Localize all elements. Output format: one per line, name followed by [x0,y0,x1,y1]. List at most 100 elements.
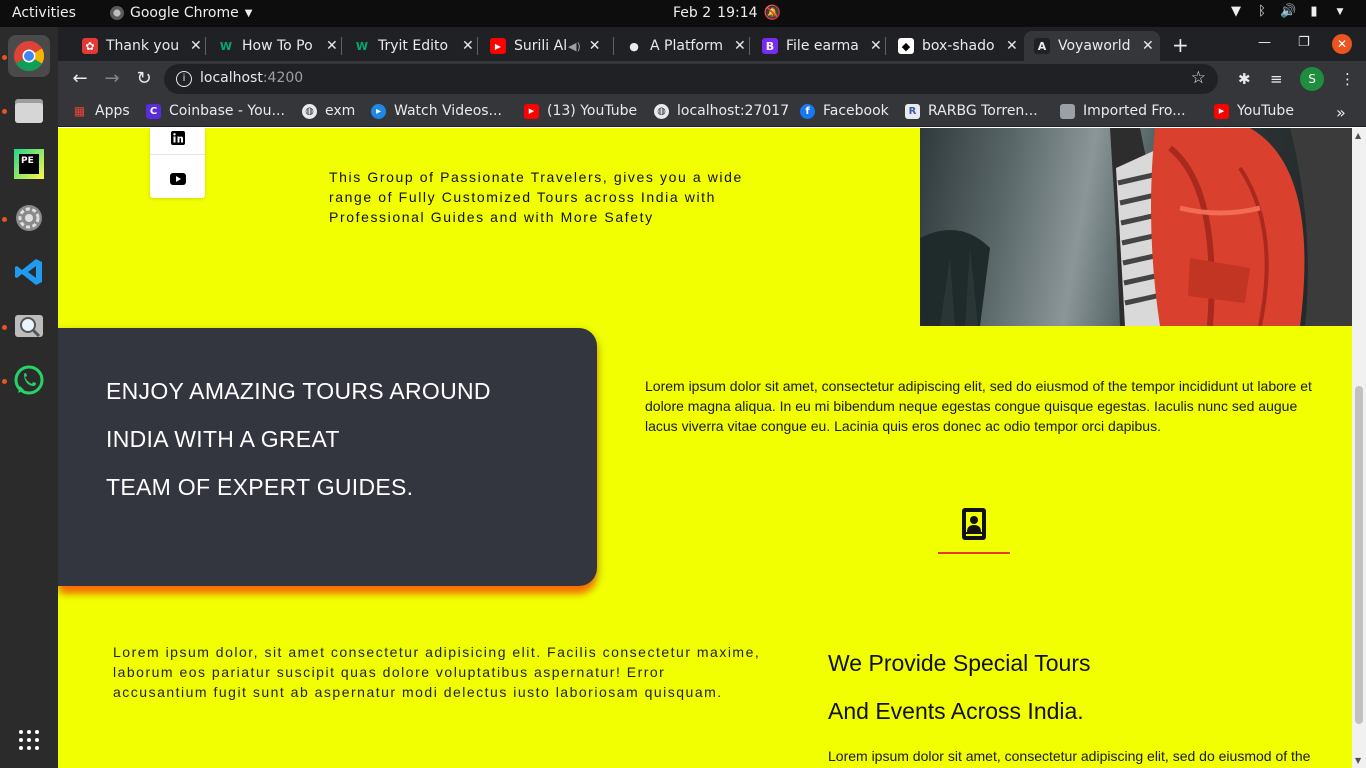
apps-grid-icon: ▦ [73,104,86,118]
feature-icon-block[interactable] [938,506,1010,554]
running-indicator [2,379,7,384]
dock-settings[interactable] [8,197,50,239]
globe-icon: ◍ [302,103,317,119]
scrollbar-thumb[interactable] [1355,386,1363,724]
tab-separator [205,37,206,55]
folder-icon [1060,103,1075,119]
scroll-down-arrow-icon[interactable]: ▼ [1355,756,1361,765]
tab-tryit-editor[interactable]: W Tryit Edito ✕ [344,31,474,61]
clock[interactable]: Feb 2 19:14 🔕 [673,5,781,21]
reload-button[interactable]: ↻ [132,68,156,90]
close-icon[interactable]: ✕ [462,38,474,54]
chevron-down-icon: ▼ [244,7,253,19]
dock-files[interactable] [8,89,50,131]
w3schools-icon: W [218,38,234,54]
linkedin-link[interactable] [150,130,205,149]
url-text[interactable]: localhost:4200 [200,70,303,86]
forward-button[interactable]: → [100,68,124,90]
app-menu[interactable]: Google Chrome ▼ [110,5,252,21]
running-indicator [2,325,7,330]
page-viewport: This Group of Passionate Travelers, give… [58,128,1352,768]
bookmarks-overflow-button[interactable]: » [1336,103,1346,122]
bookmark-star-icon[interactable]: ☆ [1191,68,1206,88]
chrome-icon [14,41,45,72]
show-applications-button[interactable] [8,719,50,761]
bookmark-youtube[interactable]: ▶ YouTube [1214,103,1294,119]
tab-voyaworld[interactable]: A Voyaworld ✕ [1024,31,1160,61]
intro-text: This Group of Passionate Travelers, give… [329,169,743,225]
site-info-icon[interactable]: i [176,71,192,87]
bookmark-label: Watch Videos... [394,103,502,119]
dock-screenshot[interactable] [8,305,50,347]
close-icon[interactable]: ✕ [326,38,338,54]
close-icon[interactable]: ✕ [190,38,202,54]
tab-title: Surili Al [514,38,566,54]
close-icon[interactable]: ✕ [734,38,746,54]
bookmark-youtube-13[interactable]: ▶ (13) YouTube [524,103,637,119]
url-host: localhost [200,70,263,86]
bookmark-label: Imported Fro... [1083,103,1186,119]
back-button[interactable]: ← [68,68,92,90]
tab-separator [885,37,886,55]
bookmark-exm[interactable]: ◍ exm [302,103,355,119]
traveler-illustration [920,128,1352,326]
close-icon[interactable]: ✕ [589,38,601,54]
menu-icon[interactable]: ⋮ [1340,70,1355,88]
tab-favicon-icon: ✿ [82,38,98,54]
minimize-button[interactable]: — [1258,35,1271,50]
tab-box-shadow[interactable]: ◆ box-shado ✕ [888,31,1018,61]
bookmark-apps[interactable]: ▦ Apps [72,103,130,119]
angular-icon: A [1034,38,1050,54]
page-scrollbar[interactable]: ▲ ▼ [1352,128,1366,768]
bootstrap-icon: B [762,38,778,54]
restore-button[interactable]: ❐ [1298,35,1310,50]
special-description: Lorem ipsum dolor sit amet, consectetur … [828,748,1311,764]
system-tray[interactable]: ▼ ᛒ 🔊 ▮ ▼ [1228,4,1348,20]
address-bar[interactable]: i localhost:4200 ☆ [164,64,1218,94]
close-icon[interactable]: ✕ [870,38,882,54]
tab-title: How To Po [242,38,313,54]
activities-button[interactable]: Activities [12,5,76,21]
tab-strip: ✿ Thank you ✕ W How To Po ✕ W Tryit Edit… [58,27,1366,61]
tab-separator [341,37,342,55]
hero-line-3: TEAM OF EXPERT GUIDES. [106,474,414,500]
globe-icon: ◍ [654,103,669,119]
new-tab-button[interactable]: + [1172,33,1189,57]
close-icon[interactable]: ✕ [1142,38,1154,54]
bookmark-label: Coinbase - You... [169,103,285,119]
bookmark-rarbg[interactable]: R RARBG Torren... [905,103,1038,119]
window-close-button[interactable]: ✕ [1332,34,1352,54]
bookmark-watch-videos[interactable]: ▸ Watch Videos... [371,103,502,119]
tab-thank-you[interactable]: ✿ Thank you ✕ [72,31,202,61]
tab-a-platform[interactable]: ● A Platform ✕ [616,31,746,61]
bookmark-label: (13) YouTube [547,103,638,119]
bookmark-imported[interactable]: Imported Fro... [1060,103,1186,119]
scroll-up-arrow-icon[interactable]: ▲ [1355,131,1361,140]
tab-surili[interactable]: ▶ Surili Al ◀) ✕ [480,31,601,61]
dock-chrome[interactable] [8,35,50,77]
media-control-icon[interactable]: ≡ [1270,70,1283,88]
close-icon[interactable]: ✕ [1006,38,1018,54]
about-text: Lorem ipsum dolor, sit amet consectetur … [113,644,761,700]
bookmark-localhost-27017[interactable]: ◍ localhost:27017 [654,103,789,119]
rarbg-icon: R [905,103,920,119]
extensions-icon[interactable]: ✱ [1238,70,1251,88]
dock-pycharm[interactable]: PE [8,143,50,185]
divider [150,154,205,155]
bookmark-coinbase[interactable]: C Coinbase - You... [146,103,285,119]
special-heading-line-2: And Events Across India. [828,698,1084,724]
volume-icon: 🔊 [1280,4,1297,19]
tab-how-to[interactable]: W How To Po ✕ [208,31,338,61]
speaker-icon[interactable]: ◀) [568,40,581,53]
tab-file-earmark[interactable]: B File earma ✕ [752,31,882,61]
dock-whatsapp[interactable] [8,359,50,401]
dock-vscode[interactable] [8,251,50,293]
browser-toolbar: ← → ↻ i localhost:4200 ☆ ✱ ≡ S ⋮ [58,61,1366,97]
youtube-icon: ▶ [524,103,539,119]
youtube-link[interactable] [150,170,205,189]
hero-card: ENJOY AMAZING TOURS AROUND INDIA WITH A … [58,328,597,586]
coinbase-icon: C [146,103,161,119]
date-label: Feb 2 [673,5,712,21]
profile-avatar[interactable]: S [1300,67,1324,91]
bookmark-facebook[interactable]: f Facebook [800,103,889,119]
